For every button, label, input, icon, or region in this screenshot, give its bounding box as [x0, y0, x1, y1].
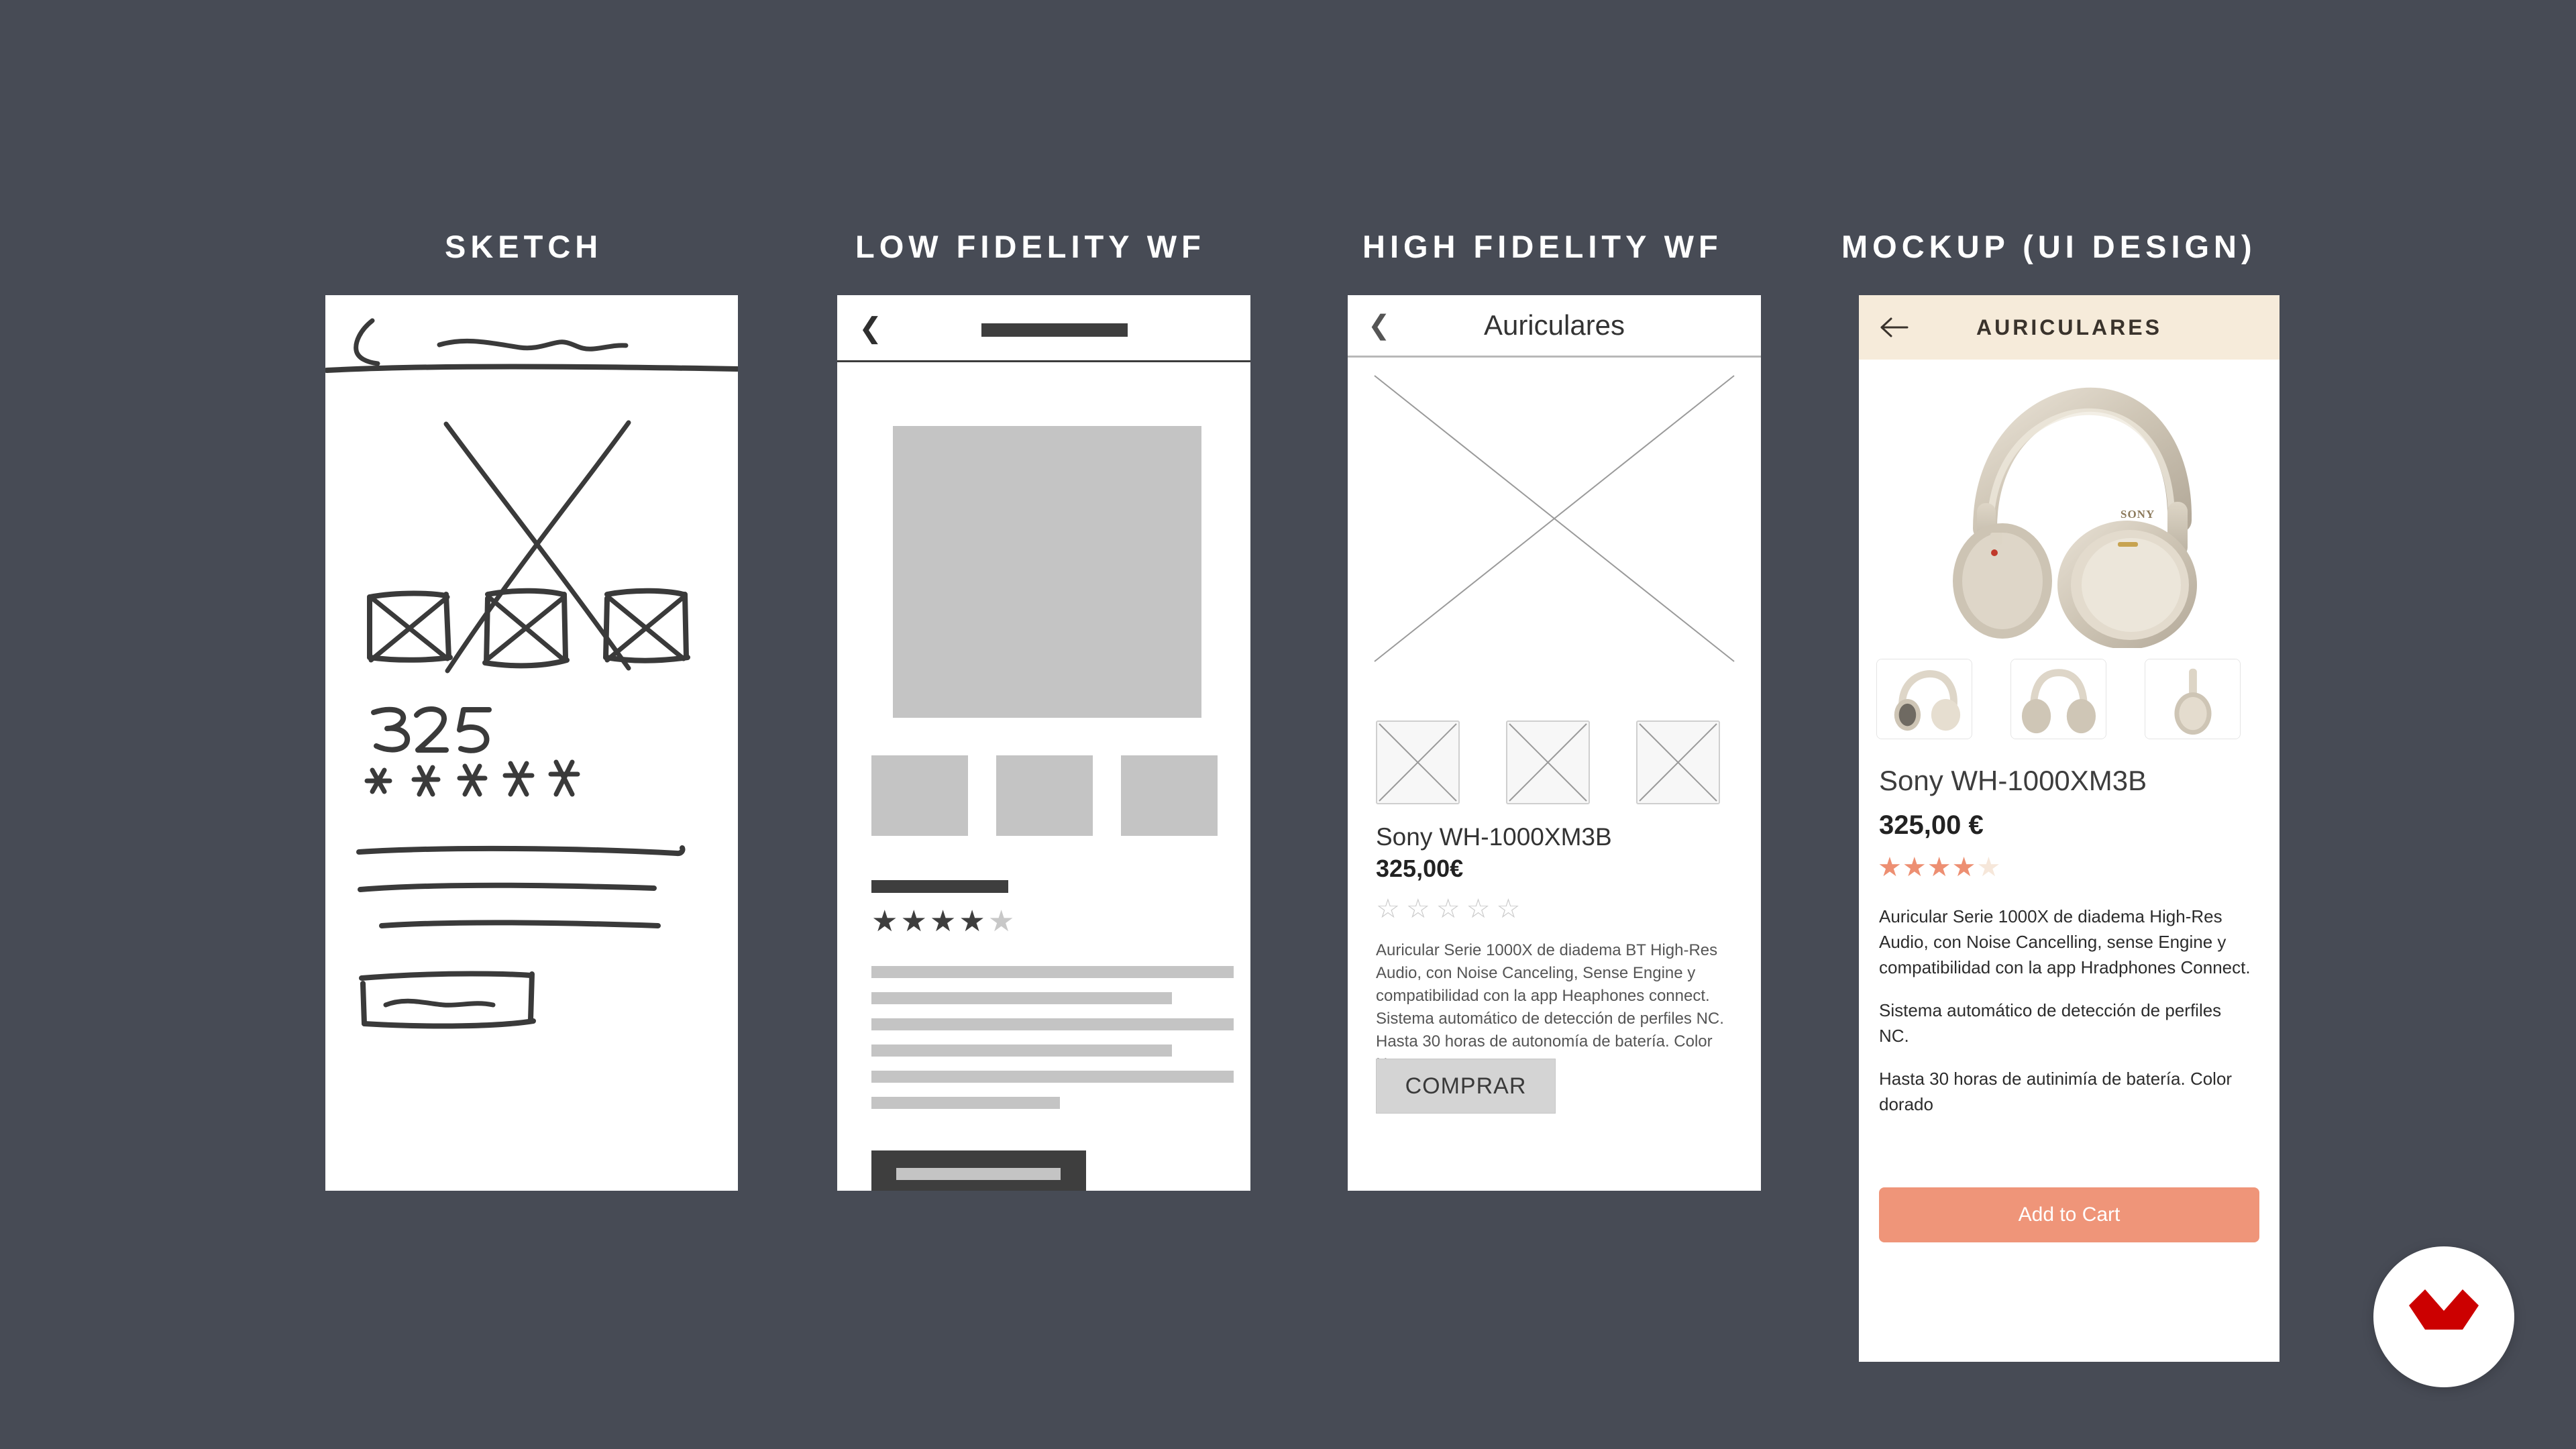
lowfi-wireframe-panel: ❮ ★★★★★	[837, 295, 1250, 1191]
hifi-thumbnail[interactable]	[1376, 720, 1460, 804]
lowfi-buy-button[interactable]	[871, 1150, 1086, 1191]
star-empty-icon: ☆	[1376, 894, 1406, 924]
mockup-hero-product-image: SONY	[1859, 360, 2279, 648]
mockup-thumbnail-side[interactable]	[2145, 659, 2241, 739]
star-filled-icon: ★	[871, 905, 901, 938]
star-filled-icon: ★	[1902, 853, 1927, 882]
star-empty-icon: ☆	[1496, 894, 1527, 924]
chevron-left-icon[interactable]: ❮	[859, 314, 882, 342]
lowfi-hero-image-placeholder	[893, 426, 1201, 718]
hifi-product-price: 325,00€	[1376, 855, 1464, 882]
lowfi-text-line	[871, 992, 1173, 1004]
star-filled-icon: ★	[1878, 853, 1902, 882]
add-to-cart-button[interactable]: Add to Cart	[1879, 1187, 2259, 1242]
hifi-page-title: Auriculares	[1483, 309, 1625, 341]
hifi-thumbnail[interactable]	[1636, 720, 1720, 804]
hifi-wireframe-panel: ❮ Auriculares Sony WH-1000XM3B 325,00€ ☆…	[1348, 295, 1761, 1191]
mockup-description-paragraph: Hasta 30 horas de autinimía de batería. …	[1879, 1068, 2233, 1114]
lowfi-button-label-placeholder	[896, 1168, 1061, 1180]
canvas: SKETCH LOW FIDELITY WF HIGH FIDELITY WF …	[0, 0, 2576, 1449]
brand-logo-badge[interactable]	[2373, 1246, 2514, 1387]
sketch-panel	[325, 295, 738, 1191]
lowfi-thumbnail[interactable]	[1121, 755, 1218, 836]
lowfi-thumbnail[interactable]	[996, 755, 1093, 836]
lowfi-text-line	[871, 1097, 1060, 1109]
star-empty-icon: ☆	[1466, 894, 1497, 924]
lowfi-text-line	[871, 1044, 1173, 1057]
hifi-hero-image-placeholder	[1374, 375, 1735, 662]
lowfi-text-line	[871, 1071, 1234, 1083]
lowfi-product-title-placeholder	[871, 880, 1008, 893]
column-title-mockup: MOCKUP (UI DESIGN)	[1841, 229, 2257, 264]
column-title-hifi: HIGH FIDELITY WF	[1362, 229, 1723, 264]
hifi-rating-stars: ☆☆☆☆☆	[1376, 896, 1526, 922]
mockup-product-price: 325,00 €	[1879, 810, 1984, 840]
star-filled-icon: ★	[900, 905, 930, 938]
svg-text:SONY: SONY	[2121, 508, 2155, 521]
lowfi-title-placeholder	[981, 323, 1128, 337]
hifi-product-description: Auricular Serie 1000X de diadema BT High…	[1376, 941, 1724, 1073]
mockup-panel: AURICULARES SONY Sony WH-1000XM3B 325,00…	[1859, 295, 2279, 1362]
mockup-description-paragraph: Sistema automático de detección de perfi…	[1879, 1000, 2222, 1046]
lowfi-thumbnail-row	[871, 755, 1218, 836]
star-filled-icon: ★	[929, 905, 959, 938]
star-filled-icon: ★	[959, 905, 988, 938]
mockup-product-name: Sony WH-1000XM3B	[1879, 765, 2147, 796]
mockup-thumbnail-angle[interactable]	[1876, 659, 1972, 739]
mockup-thumbnail-row	[1876, 659, 2265, 739]
hifi-buy-button[interactable]: COMPRAR	[1376, 1059, 1556, 1114]
mockup-appbar: AURICULARES	[1859, 295, 2279, 360]
star-empty-icon: ☆	[1405, 894, 1436, 924]
lowfi-description-placeholder	[871, 966, 1234, 1123]
mockup-page-title: AURICULARES	[1976, 315, 2162, 339]
lowfi-thumbnail[interactable]	[871, 755, 968, 836]
lowfi-text-line	[871, 966, 1234, 978]
hifi-thumbnail-row	[1376, 720, 1738, 804]
mockup-rating-stars: ★★★★★	[1878, 854, 2001, 881]
hifi-thumbnail[interactable]	[1506, 720, 1590, 804]
star-filled-icon: ★	[1951, 853, 1977, 882]
mockup-description-paragraph: Auricular Serie 1000X de diadema High-Re…	[1879, 906, 2251, 977]
hifi-appbar: ❮ Auriculares	[1348, 295, 1761, 358]
column-title-lowfi: LOW FIDELITY WF	[855, 229, 1205, 264]
star-filled-icon: ★	[1927, 853, 1952, 882]
column-title-sketch: SKETCH	[445, 229, 603, 264]
chevron-left-icon[interactable]: ❮	[1368, 312, 1391, 339]
lowfi-text-line	[871, 1018, 1234, 1030]
star-empty-icon: ★	[1976, 853, 2002, 882]
sketch-drawing	[325, 318, 738, 1029]
hifi-product-name: Sony WH-1000XM3B	[1376, 823, 1612, 851]
arrow-left-icon[interactable]	[1878, 311, 1913, 343]
brand-logo-icon	[2409, 1289, 2479, 1330]
star-empty-icon: ☆	[1436, 894, 1466, 924]
mockup-product-description: Auricular Serie 1000X de diadema High-Re…	[1879, 904, 2251, 1135]
lowfi-rating-stars: ★★★★★	[871, 907, 1017, 936]
star-empty-icon: ★	[987, 905, 1018, 938]
lowfi-appbar: ❮	[837, 295, 1250, 362]
mockup-thumbnail-front[interactable]	[2010, 659, 2106, 739]
